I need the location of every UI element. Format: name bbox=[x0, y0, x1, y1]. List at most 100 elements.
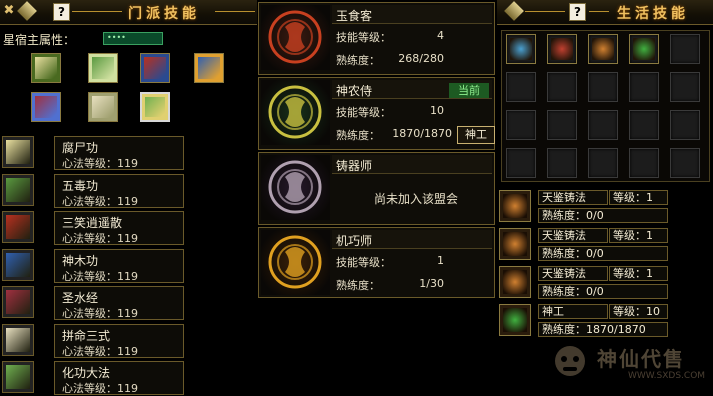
life-skill-slot[interactable] bbox=[670, 148, 700, 178]
life-skill-slot[interactable] bbox=[506, 148, 536, 178]
recipe-name: 天鉴铸法 bbox=[538, 228, 608, 243]
attribute-label: 星宿主属性： bbox=[3, 33, 76, 47]
recipe-icon-slot[interactable] bbox=[499, 304, 531, 336]
help-button[interactable]: ? bbox=[53, 3, 70, 21]
book-icon bbox=[145, 97, 165, 117]
recipe-icon-slot[interactable] bbox=[499, 228, 531, 260]
recipe-proficiency: 熟练度：0/0 bbox=[538, 246, 668, 261]
life-skill-slot[interactable] bbox=[588, 148, 618, 178]
recipe-name: 天鉴铸法 bbox=[538, 266, 608, 281]
watermark-text: 神仙代售 bbox=[597, 347, 685, 371]
watermark-url: WWW.SXDS.COM bbox=[628, 371, 706, 381]
skill-name: 三笑逍遥散 bbox=[62, 216, 123, 230]
life-skill-slot[interactable] bbox=[629, 148, 659, 178]
skill-level-value: 1 bbox=[437, 254, 444, 267]
profession-title: 神农侍 bbox=[336, 84, 373, 98]
skill-name: 五毒功 bbox=[62, 178, 99, 193]
proficiency-label: 熟练度： bbox=[336, 54, 380, 67]
recipe-level: 等级：1 bbox=[609, 266, 668, 281]
skill-list-item[interactable]: 神木功 心法等级：119 bbox=[54, 248, 184, 283]
skill-icon-slot[interactable] bbox=[2, 361, 34, 393]
recipe-icon bbox=[503, 270, 527, 294]
profession-card[interactable]: 机巧师技能等级： 1 熟练度： 1/30 bbox=[258, 227, 495, 298]
recipe-proficiency: 熟练度：0/0 bbox=[538, 208, 668, 223]
profession-title-row: 玉食客 bbox=[332, 5, 492, 24]
life-skill-icon bbox=[551, 38, 573, 60]
life-skill-slot[interactable] bbox=[547, 72, 577, 102]
proficiency-value: 1/30 bbox=[419, 277, 444, 290]
skill-list-item[interactable]: 化功大法心法等级：119 bbox=[54, 361, 184, 395]
sect-book-slot[interactable] bbox=[88, 92, 118, 122]
life-skill-slot[interactable] bbox=[670, 72, 700, 102]
sect-book-slot[interactable] bbox=[31, 53, 61, 83]
skill-icon-slot[interactable] bbox=[2, 136, 34, 168]
life-skill-slot[interactable] bbox=[506, 34, 536, 64]
recipe-icon-slot[interactable] bbox=[499, 190, 531, 222]
sect-book-slot[interactable] bbox=[194, 53, 224, 83]
header-rule bbox=[525, 11, 565, 12]
close-icon[interactable]: ✖ bbox=[2, 4, 16, 18]
skill-name: 化功大法 bbox=[62, 366, 111, 380]
life-skill-icon bbox=[633, 38, 655, 60]
skill-level: 心法等级：119 bbox=[62, 157, 138, 170]
skill-list-item[interactable]: 三笑逍遥散心法等级：119 bbox=[54, 211, 184, 245]
sect-book-slot[interactable] bbox=[140, 53, 170, 83]
skill-name: 圣水经 bbox=[62, 291, 99, 305]
life-skill-slot[interactable] bbox=[629, 110, 659, 140]
profession-title-row: 神农侍 当前 bbox=[332, 80, 492, 99]
help-button[interactable]: ? bbox=[569, 3, 586, 21]
profession-title: 机巧师 bbox=[336, 234, 373, 248]
life-skill-slot[interactable] bbox=[629, 34, 659, 64]
life-skill-slot[interactable] bbox=[588, 110, 618, 140]
life-skill-slot[interactable] bbox=[629, 72, 659, 102]
life-skill-slot[interactable] bbox=[588, 72, 618, 102]
skill-icon-slot[interactable] bbox=[2, 323, 34, 356]
sect-book-slot[interactable] bbox=[31, 92, 61, 122]
skill-level: 心法等级：119 bbox=[62, 382, 138, 395]
life-skill-slot[interactable] bbox=[670, 34, 700, 64]
skill-level-value: 10 bbox=[430, 104, 444, 117]
book-icon bbox=[92, 96, 114, 118]
recipe-level: 等级：1 bbox=[609, 228, 668, 243]
profession-card[interactable]: 神农侍 当前 技能等级： 10 熟练度： 1870/1870 神工 bbox=[258, 77, 495, 150]
skill-level: 心法等级：119 bbox=[62, 232, 138, 245]
life-skills-title: 生活技能 bbox=[617, 6, 689, 22]
skill-level-value: 4 bbox=[437, 29, 444, 42]
attribute-value: •••• bbox=[107, 33, 126, 42]
book-icon bbox=[6, 365, 30, 389]
book-icon bbox=[6, 327, 30, 352]
profession-card[interactable]: 玉食客技能等级： 4 熟练度： 268/280 bbox=[258, 2, 495, 75]
profession-emblem bbox=[261, 5, 330, 70]
skill-icon-slot[interactable] bbox=[2, 173, 34, 206]
shengong-button[interactable]: 神工 bbox=[457, 126, 495, 144]
sect-book-slot[interactable] bbox=[140, 92, 170, 122]
recipe-icon bbox=[503, 194, 527, 218]
skill-list-item[interactable]: 拼命三式 心法等级：119 bbox=[54, 323, 184, 358]
life-skill-slot[interactable] bbox=[506, 110, 536, 140]
profession-card[interactable]: 铸器师 尚未加入该盟会 bbox=[258, 152, 495, 225]
skill-list-item[interactable]: 圣水经 心法等级：119 bbox=[54, 286, 184, 320]
life-skill-slot[interactable] bbox=[547, 148, 577, 178]
watermark-logo-icon bbox=[555, 346, 585, 376]
book-icon bbox=[35, 96, 57, 118]
life-skill-slot[interactable] bbox=[547, 110, 577, 140]
skill-icon-slot[interactable] bbox=[2, 248, 34, 281]
attribute-badge: •••• bbox=[103, 32, 163, 45]
life-skill-slot[interactable] bbox=[547, 34, 577, 64]
skill-level: 心法等级：119 bbox=[62, 269, 138, 283]
skill-icon-slot[interactable] bbox=[2, 211, 34, 243]
proficiency-label: 熟练度： bbox=[336, 279, 380, 292]
recipe-icon-slot[interactable] bbox=[499, 266, 531, 298]
skill-level-label: 技能等级： bbox=[336, 31, 391, 44]
skill-list-item[interactable]: 五毒功 心法等级：119 bbox=[54, 173, 184, 208]
proficiency-value: 268/280 bbox=[398, 52, 444, 65]
life-skill-slot[interactable] bbox=[506, 72, 536, 102]
skill-list-item[interactable]: 腐尸功 心法等级：119 bbox=[54, 136, 184, 170]
life-skill-slot[interactable] bbox=[670, 110, 700, 140]
recipe-level: 等级：1 bbox=[609, 190, 668, 205]
life-skill-slot[interactable] bbox=[588, 34, 618, 64]
book-icon bbox=[6, 215, 30, 239]
skill-icon-slot[interactable] bbox=[2, 286, 34, 318]
skill-level-label: 技能等级： bbox=[336, 256, 391, 269]
sect-book-slot[interactable] bbox=[88, 53, 118, 83]
